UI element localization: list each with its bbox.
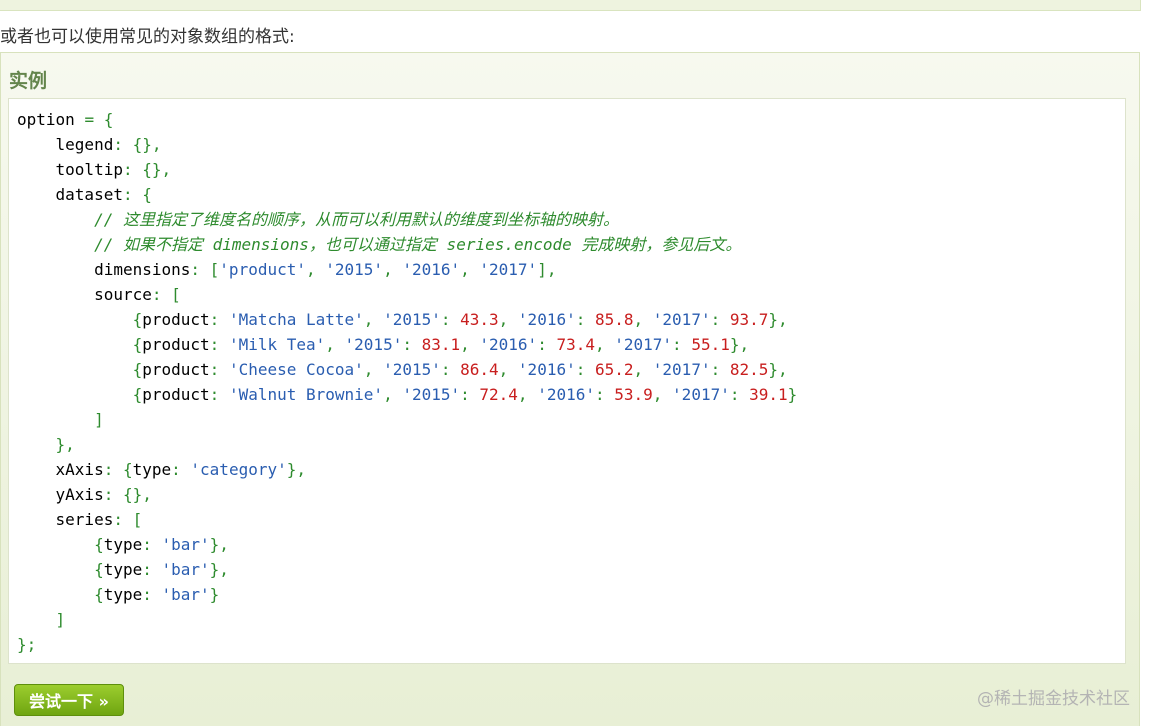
code-line: option = { <box>17 110 114 129</box>
code-line: ] <box>17 610 66 629</box>
example-box: 实例 option = { legend: {}, tooltip: {}, d… <box>0 52 1140 726</box>
code-line: {product: 'Matcha Latte', '2015': 43.3, … <box>17 310 788 329</box>
code-panel: option = { legend: {}, tooltip: {}, data… <box>8 98 1126 664</box>
code-line: legend: {}, <box>17 135 162 154</box>
code-line: xAxis: {type: 'category'}, <box>17 460 306 479</box>
code-line: {product: 'Cheese Cocoa', '2015': 86.4, … <box>17 360 788 379</box>
code-line: {product: 'Milk Tea', '2015': 83.1, '201… <box>17 335 750 354</box>
code-block: option = { legend: {}, tooltip: {}, data… <box>17 107 797 657</box>
watermark: @稀土掘金技术社区 <box>977 689 1130 709</box>
code-line: // 如果不指定 dimensions，也可以通过指定 series.encod… <box>17 235 742 254</box>
code-line: // 这里指定了维度名的顺序，从而可以利用默认的维度到坐标轴的映射。 <box>17 210 619 229</box>
code-line: {type: 'bar'}, <box>17 560 229 579</box>
previous-panel-bottom <box>0 0 1141 11</box>
code-line: series: [ <box>17 510 143 529</box>
code-line: source: [ <box>17 285 181 304</box>
code-line: ] <box>17 410 104 429</box>
code-line: {type: 'bar'}, <box>17 535 229 554</box>
code-line: dimensions: ['product', '2015', '2016', … <box>17 260 557 279</box>
code-line: }; <box>17 635 37 654</box>
code-line: {product: 'Walnut Brownie', '2015': 72.4… <box>17 385 798 404</box>
code-line: }, <box>17 435 75 454</box>
code-line: tooltip: {}, <box>17 160 172 179</box>
code-line: dataset: { <box>17 185 152 204</box>
example-title: 实例 <box>9 70 48 92</box>
code-line: {type: 'bar'} <box>17 585 220 604</box>
intro-text: 或者也可以使用常见的对象数组的格式: <box>0 27 295 47</box>
try-it-button[interactable]: 尝试一下 » <box>14 684 124 716</box>
code-line: yAxis: {}, <box>17 485 152 504</box>
